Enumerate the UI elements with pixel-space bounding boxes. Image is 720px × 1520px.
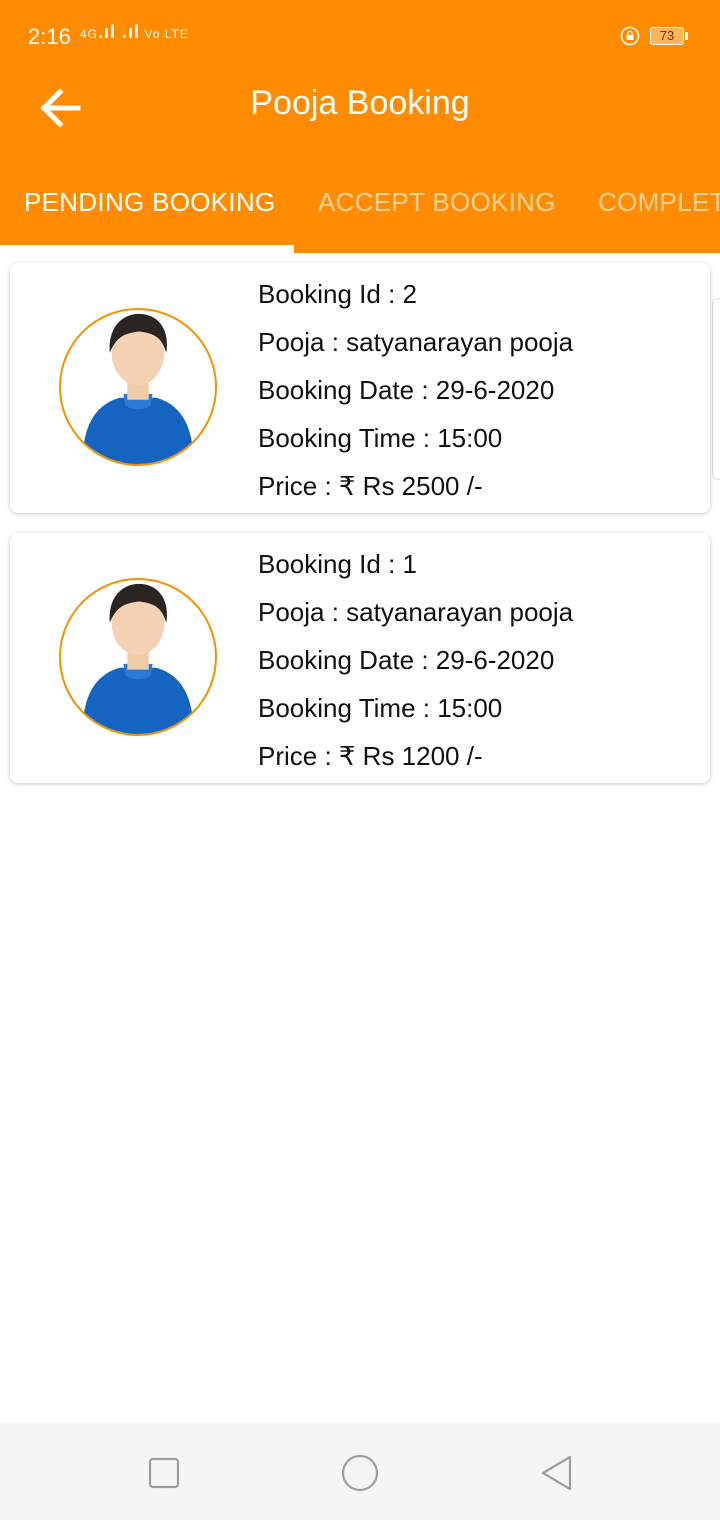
booking-id: Booking Id : 1 xyxy=(258,549,417,579)
booking-date: Booking Date : 29-6-2020 xyxy=(258,375,555,405)
booking-time: Booking Time : 15:00 xyxy=(258,423,503,453)
status-bar: 2:16 4G.ıl .ıl Vo LTE 73 xyxy=(0,0,720,70)
pooja-name: Pooja : satyanarayan pooja xyxy=(258,327,574,357)
user-avatar xyxy=(59,308,217,466)
circle-icon xyxy=(341,1454,379,1492)
system-nav-bar xyxy=(0,1423,720,1520)
nav-back-button[interactable] xyxy=(534,1451,578,1495)
tab-indicator xyxy=(0,245,294,253)
booking-price: Price : ₹ Rs 1200 /- xyxy=(258,741,483,771)
home-button[interactable] xyxy=(338,1451,382,1495)
lock-icon xyxy=(620,26,640,46)
pooja-name: Pooja : satyanarayan pooja xyxy=(258,597,574,627)
booking-date: Booking Date : 29-6-2020 xyxy=(258,645,555,675)
square-icon xyxy=(148,1457,180,1489)
signal-bars-icon: .ıl .ıl xyxy=(98,22,141,42)
status-time: 2:16 xyxy=(28,24,71,49)
page-title: Pooja Booking xyxy=(250,84,470,122)
signal-indicator: 4G.ıl .ıl Vo LTE xyxy=(80,22,189,43)
battery-tip xyxy=(685,32,688,40)
tab-pending-booking[interactable]: PENDING BOOKING xyxy=(24,187,276,218)
battery-icon: 73 xyxy=(650,27,684,45)
toolbar: Pooja Booking xyxy=(0,70,720,150)
booking-time: Booking Time : 15:00 xyxy=(258,693,503,723)
person-icon xyxy=(82,313,194,464)
recent-apps-button[interactable] xyxy=(142,1451,186,1495)
tab-bar: PENDING BOOKING ACCEPT BOOKING COMPLET xyxy=(0,165,720,253)
booking-card[interactable]: Booking Id : 1 Pooja : satyanarayan pooj… xyxy=(10,533,710,783)
booking-price: Price : ₹ Rs 2500 /- xyxy=(258,471,483,501)
booking-details: Booking Id : 2 Pooja : satyanarayan pooj… xyxy=(258,277,698,517)
booking-id: Booking Id : 2 xyxy=(258,279,417,309)
app-bar: 2:16 4G.ıl .ıl Vo LTE 73 Pooja Booking P… xyxy=(0,0,720,253)
tab-complete-booking[interactable]: COMPLET xyxy=(598,187,720,218)
triangle-back-icon xyxy=(541,1455,572,1491)
booking-card[interactable]: Booking Id : 2 Pooja : satyanarayan pooj… xyxy=(10,263,710,513)
volte-indicator: Vo LTE xyxy=(144,27,189,41)
person-icon xyxy=(82,583,194,734)
scroll-edge xyxy=(712,298,720,480)
network-type: 4G xyxy=(80,27,99,41)
booking-details: Booking Id : 1 Pooja : satyanarayan pooj… xyxy=(258,547,698,787)
user-avatar xyxy=(59,578,217,736)
tab-accept-booking[interactable]: ACCEPT BOOKING xyxy=(318,187,556,218)
